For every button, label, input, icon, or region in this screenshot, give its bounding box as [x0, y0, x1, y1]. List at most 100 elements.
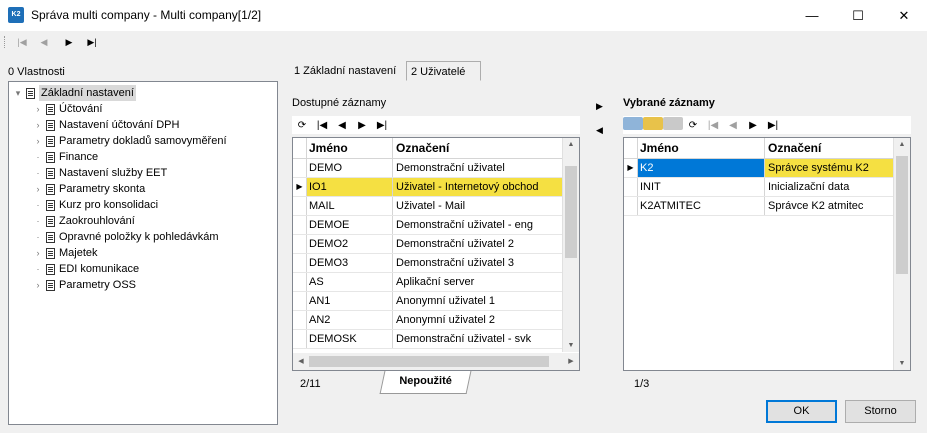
- record-toolbar: |◀ ◀ ▶ ▶|: [0, 31, 927, 53]
- tree-line: ·: [36, 200, 40, 210]
- cell-designation: Uživatel - Internetový obchod: [393, 178, 563, 196]
- last-record-icon[interactable]: ▶|: [84, 34, 100, 50]
- expand-icon[interactable]: ›: [33, 181, 43, 197]
- tree-item-label: EDI komunikace: [59, 263, 140, 275]
- current-row-icon: ▶: [624, 159, 638, 177]
- next-record-icon[interactable]: ▶: [743, 120, 763, 131]
- collapse-icon[interactable]: ▾: [13, 85, 23, 101]
- previous-record-icon[interactable]: ◀: [36, 34, 52, 50]
- ok-button[interactable]: OK: [766, 400, 837, 423]
- column-header-designation[interactable]: Označení: [393, 138, 563, 158]
- table-row[interactable]: DEMOE Demonstrační uživatel - eng: [293, 216, 579, 235]
- document-icon: [46, 183, 55, 195]
- table-row[interactable]: AN2 Anonymní uživatel 2: [293, 311, 579, 330]
- last-record-icon[interactable]: ▶|: [372, 120, 392, 131]
- tree-item[interactable]: › Účtování: [33, 101, 103, 117]
- vertical-scrollbar[interactable]: ▲ ▼: [562, 138, 579, 352]
- table-row[interactable]: ▶ K2 Správce systému K2: [624, 159, 910, 178]
- first-record-icon[interactable]: |◀: [14, 34, 30, 50]
- tree-item[interactable]: · Opravné položky k pohledávkám: [33, 229, 219, 245]
- first-record-icon[interactable]: |◀: [312, 120, 332, 131]
- table-row[interactable]: DEMO3 Demonstrační uživatel 3: [293, 254, 579, 273]
- table-row[interactable]: DEMO Demonstrační uživatel: [293, 159, 579, 178]
- tree-item[interactable]: › Parametry OSS: [33, 277, 137, 293]
- available-records-grid[interactable]: Jméno Označení DEMO Demonstrační uživatel…: [292, 137, 580, 371]
- vertical-scrollbar[interactable]: ▲ ▼: [893, 138, 910, 370]
- add-to-selected-icon[interactable]: ▶: [596, 101, 603, 112]
- properties-tree[interactable]: ▾ Základní nastavení › Účtování › Nastavení…: [8, 81, 278, 425]
- tree-root[interactable]: ▾ Základní nastavení: [13, 85, 136, 101]
- properties-label: 0 Vlastnosti: [8, 66, 65, 78]
- scrollbar-thumb[interactable]: [309, 356, 549, 367]
- expand-icon[interactable]: ›: [33, 101, 43, 117]
- tree-item[interactable]: · Finance: [33, 149, 99, 165]
- tree-line: ·: [36, 232, 40, 242]
- document-icon: [46, 135, 55, 147]
- column-header-name[interactable]: Jméno: [638, 138, 765, 158]
- table-row[interactable]: K2ATMITEC Správce K2 atmitec: [624, 197, 910, 216]
- tree-item[interactable]: · Kurz pro konsolidaci: [33, 197, 159, 213]
- column-header-designation[interactable]: Označení: [765, 138, 894, 158]
- expand-icon[interactable]: ›: [33, 245, 43, 261]
- refresh-icon[interactable]: ⟳: [683, 120, 703, 131]
- edit-icon[interactable]: [623, 117, 643, 133]
- open-folder-icon[interactable]: [643, 117, 663, 133]
- expand-icon[interactable]: ›: [33, 133, 43, 149]
- cell-name: AN2: [307, 311, 393, 329]
- tree-item[interactable]: · EDI komunikace: [33, 261, 140, 277]
- cell-name: K2ATMITEC: [638, 197, 765, 215]
- cell-name: AS: [307, 273, 393, 291]
- row-indicator: [293, 254, 307, 272]
- table-row[interactable]: AN1 Anonymní uživatel 1: [293, 292, 579, 311]
- expand-icon[interactable]: ›: [33, 277, 43, 293]
- document-icon: [46, 119, 55, 131]
- tab-unused[interactable]: Nepoužité: [379, 371, 472, 394]
- cell-designation: Anonymní uživatel 1: [396, 295, 496, 307]
- previous-record-icon[interactable]: ◀: [723, 120, 743, 131]
- row-indicator: [293, 159, 307, 177]
- table-row[interactable]: ▶ IO1 Uživatel - Internetový obchod: [293, 178, 579, 197]
- cell-designation: Demonstrační uživatel: [396, 162, 505, 174]
- last-record-icon[interactable]: ▶|: [763, 120, 783, 131]
- first-record-icon[interactable]: |◀: [703, 120, 723, 131]
- tree-item[interactable]: › Majetek: [33, 245, 98, 261]
- tab-basic-settings[interactable]: 1 Základní nastavení: [290, 61, 400, 81]
- column-header-name[interactable]: Jméno: [307, 138, 393, 158]
- close-button[interactable]: ✕: [881, 0, 927, 31]
- table-row[interactable]: DEMOSK Demonstrační uživatel - svk: [293, 330, 579, 349]
- tree-item[interactable]: · Nastavení služby EET: [33, 165, 168, 181]
- cancel-button[interactable]: Storno: [845, 400, 916, 423]
- title-bar: K2 Správa multi company - Multi company[…: [0, 0, 927, 31]
- previous-record-icon[interactable]: ◀: [332, 120, 352, 131]
- scrollbar-thumb[interactable]: [896, 156, 908, 274]
- tree-item-label: Parametry dokladů samovyměření: [59, 135, 227, 147]
- tree-line: ·: [36, 216, 40, 226]
- filter-icon[interactable]: [663, 117, 683, 133]
- tree-item[interactable]: › Parametry dokladů samovyměření: [33, 133, 227, 149]
- horizontal-scrollbar[interactable]: ◀ ▶: [293, 353, 579, 370]
- available-records-label: Dostupné záznamy: [292, 97, 387, 109]
- tab-users[interactable]: 2 Uživatelé: [406, 61, 481, 81]
- scrollbar-thumb[interactable]: [565, 166, 577, 258]
- expand-icon[interactable]: ›: [33, 117, 43, 133]
- document-icon: [46, 215, 55, 227]
- tree-item[interactable]: · Zaokrouhlování: [33, 213, 135, 229]
- tree-item[interactable]: › Parametry skonta: [33, 181, 146, 197]
- next-record-icon[interactable]: ▶: [61, 34, 77, 50]
- table-row[interactable]: AS Aplikační server: [293, 273, 579, 292]
- next-record-icon[interactable]: ▶: [352, 120, 372, 131]
- refresh-icon[interactable]: ⟳: [292, 120, 312, 131]
- cell-designation: Inicializační data: [768, 181, 850, 193]
- maximize-button[interactable]: ☐: [835, 0, 881, 31]
- tree-item[interactable]: › Nastavení účtování DPH: [33, 117, 180, 133]
- cell-name: K2: [638, 159, 765, 177]
- table-row[interactable]: MAIL Uživatel - Mail: [293, 197, 579, 216]
- tree-line: ·: [36, 152, 40, 162]
- selected-records-grid[interactable]: Jméno Označení ▶ K2 Správce systému K2 INIT…: [623, 137, 911, 371]
- remove-from-selected-icon[interactable]: ◀: [596, 125, 603, 136]
- table-row[interactable]: DEMO2 Demonstrační uživatel 2: [293, 235, 579, 254]
- minimize-button[interactable]: —: [789, 0, 835, 31]
- document-icon: [46, 103, 55, 115]
- table-row[interactable]: INIT Inicializační data: [624, 178, 910, 197]
- document-icon: [46, 263, 55, 275]
